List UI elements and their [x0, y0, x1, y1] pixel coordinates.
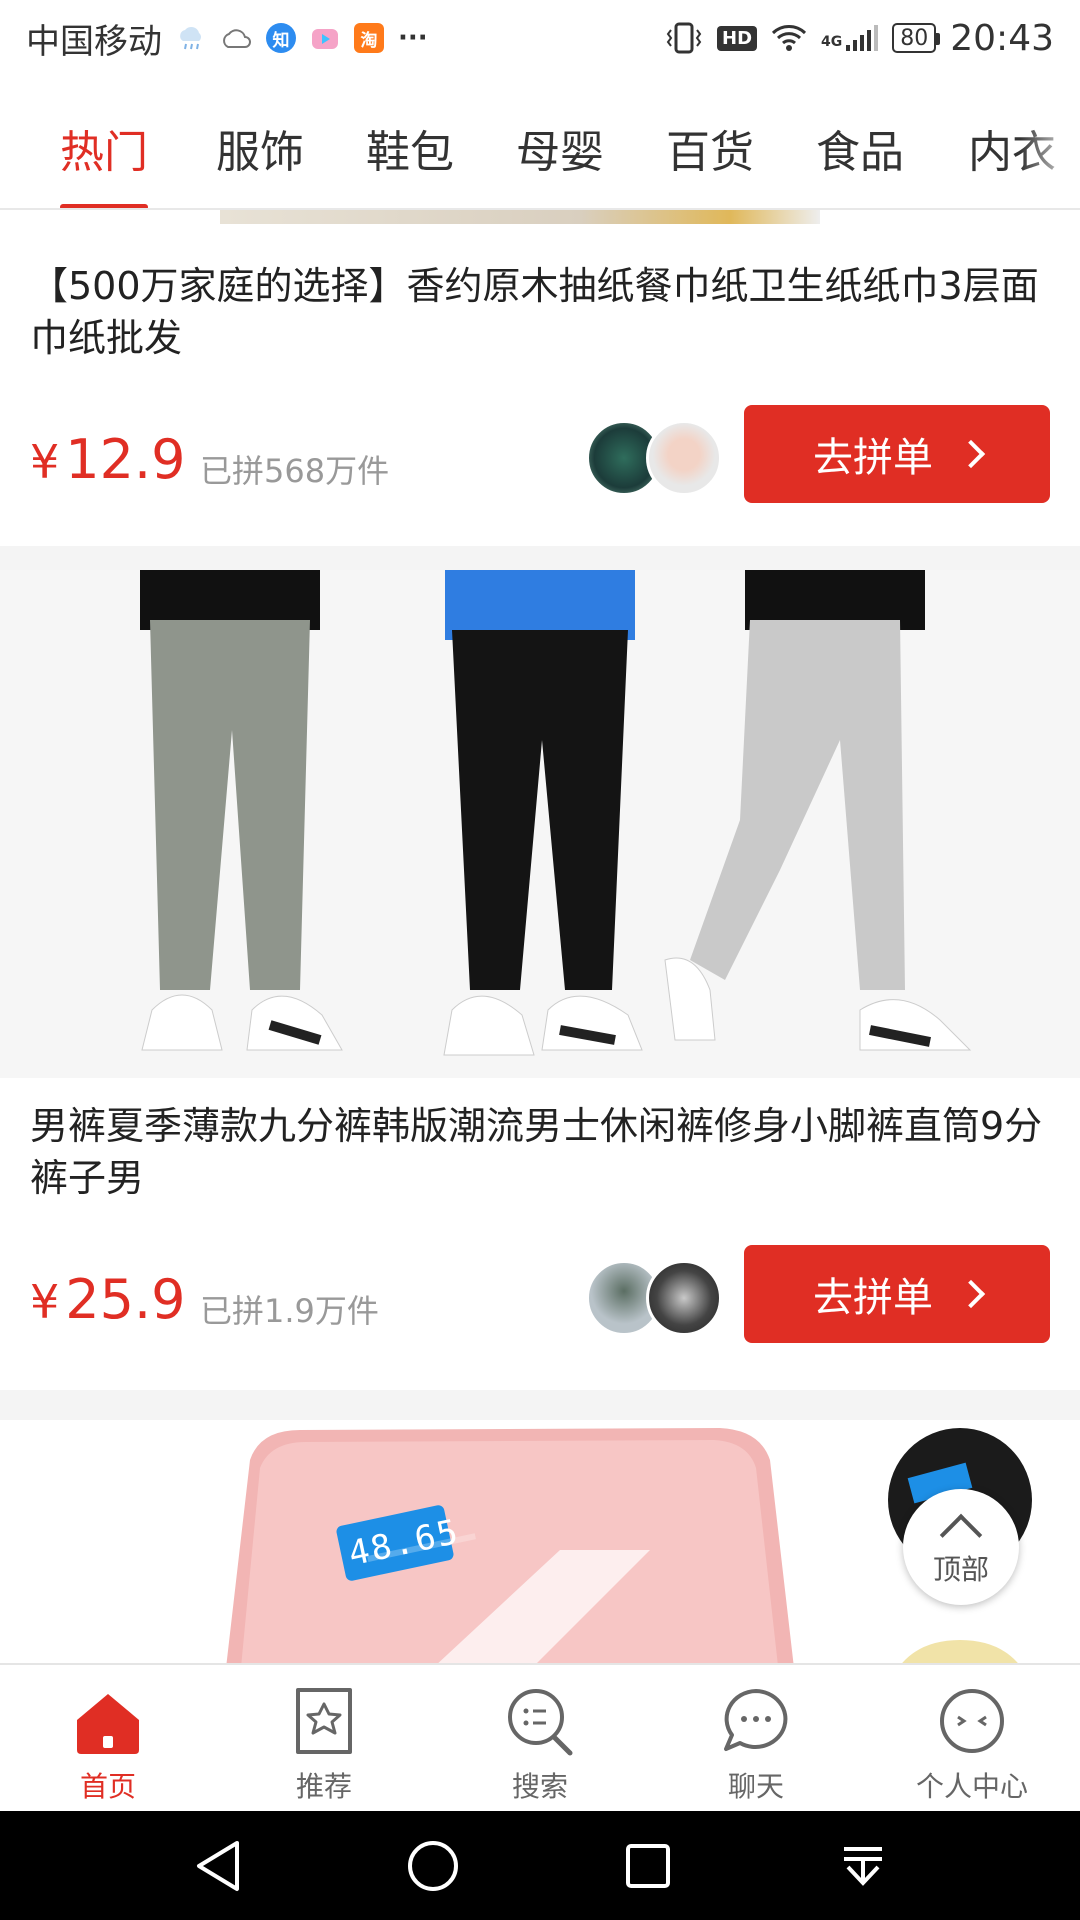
profile-face-icon — [932, 1681, 1012, 1761]
nav-search[interactable]: 搜索 — [432, 1665, 648, 1811]
currency-symbol: ¥ — [30, 435, 60, 489]
product-title[interactable]: 【500万家庭的选择】香约原木抽纸餐巾纸卫生纸纸巾3层面巾纸批发 — [30, 260, 1054, 364]
more-notifications-icon: ··· — [398, 23, 428, 53]
bottom-navigation: 首页 推荐 搜索 聊天 个人中心 — [0, 1663, 1080, 1811]
status-right: HD 4G 80 20:43 — [665, 18, 1054, 59]
tab-shoes-bags[interactable]: 鞋包 — [366, 116, 454, 208]
nav-home-label: 首页 — [79, 1770, 136, 1803]
star-bookmark-icon — [284, 1681, 364, 1761]
nav-profile[interactable]: 个人中心 — [864, 1665, 1080, 1811]
chevron-right-icon — [956, 1279, 986, 1309]
product-card[interactable]: 【500万家庭的选择】香约原木抽纸餐巾纸卫生纸纸巾3层面巾纸批发 ¥12.9 已… — [0, 210, 1080, 546]
nav-recommend[interactable]: 推荐 — [216, 1665, 432, 1811]
price-value: 12.9 — [65, 428, 186, 491]
video-app-icon — [310, 23, 340, 53]
back-icon[interactable] — [183, 1831, 253, 1901]
nav-home[interactable]: 首页 — [0, 1665, 216, 1811]
back-to-top-button[interactable]: 顶部 — [903, 1489, 1019, 1605]
zhihu-app-icon: 知 — [266, 23, 296, 53]
tab-mother-baby[interactable]: 母婴 — [516, 116, 604, 208]
hd-badge: HD — [717, 25, 758, 51]
product-card[interactable]: 男裤夏季薄款九分裤韩版潮流男士休闲裤修身小脚裤直筒9分裤子男 ¥25.9 已拼1… — [0, 570, 1080, 1390]
tab-food[interactable]: 食品 — [816, 116, 904, 208]
avatar — [646, 420, 722, 496]
nav-chat[interactable]: 聊天 — [648, 1665, 864, 1811]
system-navigation-bar — [0, 1811, 1080, 1920]
tabs-fade-overlay — [1020, 76, 1080, 206]
carrier-label: 中国移动 — [26, 21, 162, 62]
buyer-avatars — [586, 420, 722, 496]
product-image-tissue[interactable] — [220, 210, 820, 224]
nav-chat-label: 聊天 — [727, 1770, 784, 1803]
currency-symbol: ¥ — [30, 1275, 60, 1329]
product-price: ¥25.9 — [30, 1268, 186, 1331]
product-image-pants[interactable] — [0, 570, 1080, 1078]
vibrate-icon — [665, 21, 703, 55]
product-title[interactable]: 男裤夏季薄款九分裤韩版潮流男士休闲裤修身小脚裤直筒9分裤子男 — [30, 1100, 1054, 1204]
notification-pulldown-icon[interactable] — [828, 1831, 898, 1901]
network-type-label: 4G — [821, 33, 843, 50]
signal-icon — [844, 23, 879, 53]
search-icon — [500, 1681, 580, 1761]
tab-apparel[interactable]: 服饰 — [216, 116, 304, 208]
rain-cloud-icon — [176, 25, 206, 51]
chevron-right-icon — [956, 439, 986, 469]
clock: 20:43 — [950, 17, 1054, 59]
join-group-buy-button[interactable]: 去拼单 — [744, 1245, 1050, 1343]
recent-apps-icon[interactable] — [613, 1831, 683, 1901]
avatar — [646, 1260, 722, 1336]
nav-recommend-label: 推荐 — [295, 1770, 352, 1803]
home-circle-icon[interactable] — [398, 1831, 468, 1901]
wifi-icon — [771, 24, 807, 52]
buyer-avatars — [586, 1260, 722, 1336]
status-bar: 中国移动 知 淘 ··· HD 4G 80 20:43 — [0, 0, 1080, 76]
buy-button-label: 去拼单 — [813, 1275, 933, 1321]
nav-profile-label: 个人中心 — [915, 1770, 1028, 1803]
sold-count: 已拼568万件 — [200, 452, 390, 490]
product-price: ¥12.9 — [30, 428, 186, 491]
join-group-buy-button[interactable]: 去拼单 — [744, 405, 1050, 503]
taobao-app-icon: 淘 — [354, 23, 384, 53]
tab-general-goods[interactable]: 百货 — [666, 116, 754, 208]
tab-hot[interactable]: 热门 — [60, 116, 148, 208]
nav-search-label: 搜索 — [511, 1770, 568, 1803]
product-feed[interactable]: 【500万家庭的选择】香约原木抽纸餐巾纸卫生纸纸巾3层面巾纸批发 ¥12.9 已… — [0, 210, 1080, 1663]
cloud-icon — [220, 27, 252, 49]
chat-bubble-icon — [716, 1681, 796, 1761]
sold-count: 已拼1.9万件 — [200, 1292, 379, 1330]
buy-button-label: 去拼单 — [813, 435, 933, 481]
status-left: 中国移动 知 淘 ··· — [26, 14, 428, 63]
category-tabs: 热门 服饰 鞋包 母婴 百货 食品 内衣 — [0, 76, 1080, 210]
price-value: 25.9 — [65, 1268, 186, 1331]
battery-indicator: 80 — [892, 23, 941, 53]
home-icon — [68, 1681, 148, 1761]
